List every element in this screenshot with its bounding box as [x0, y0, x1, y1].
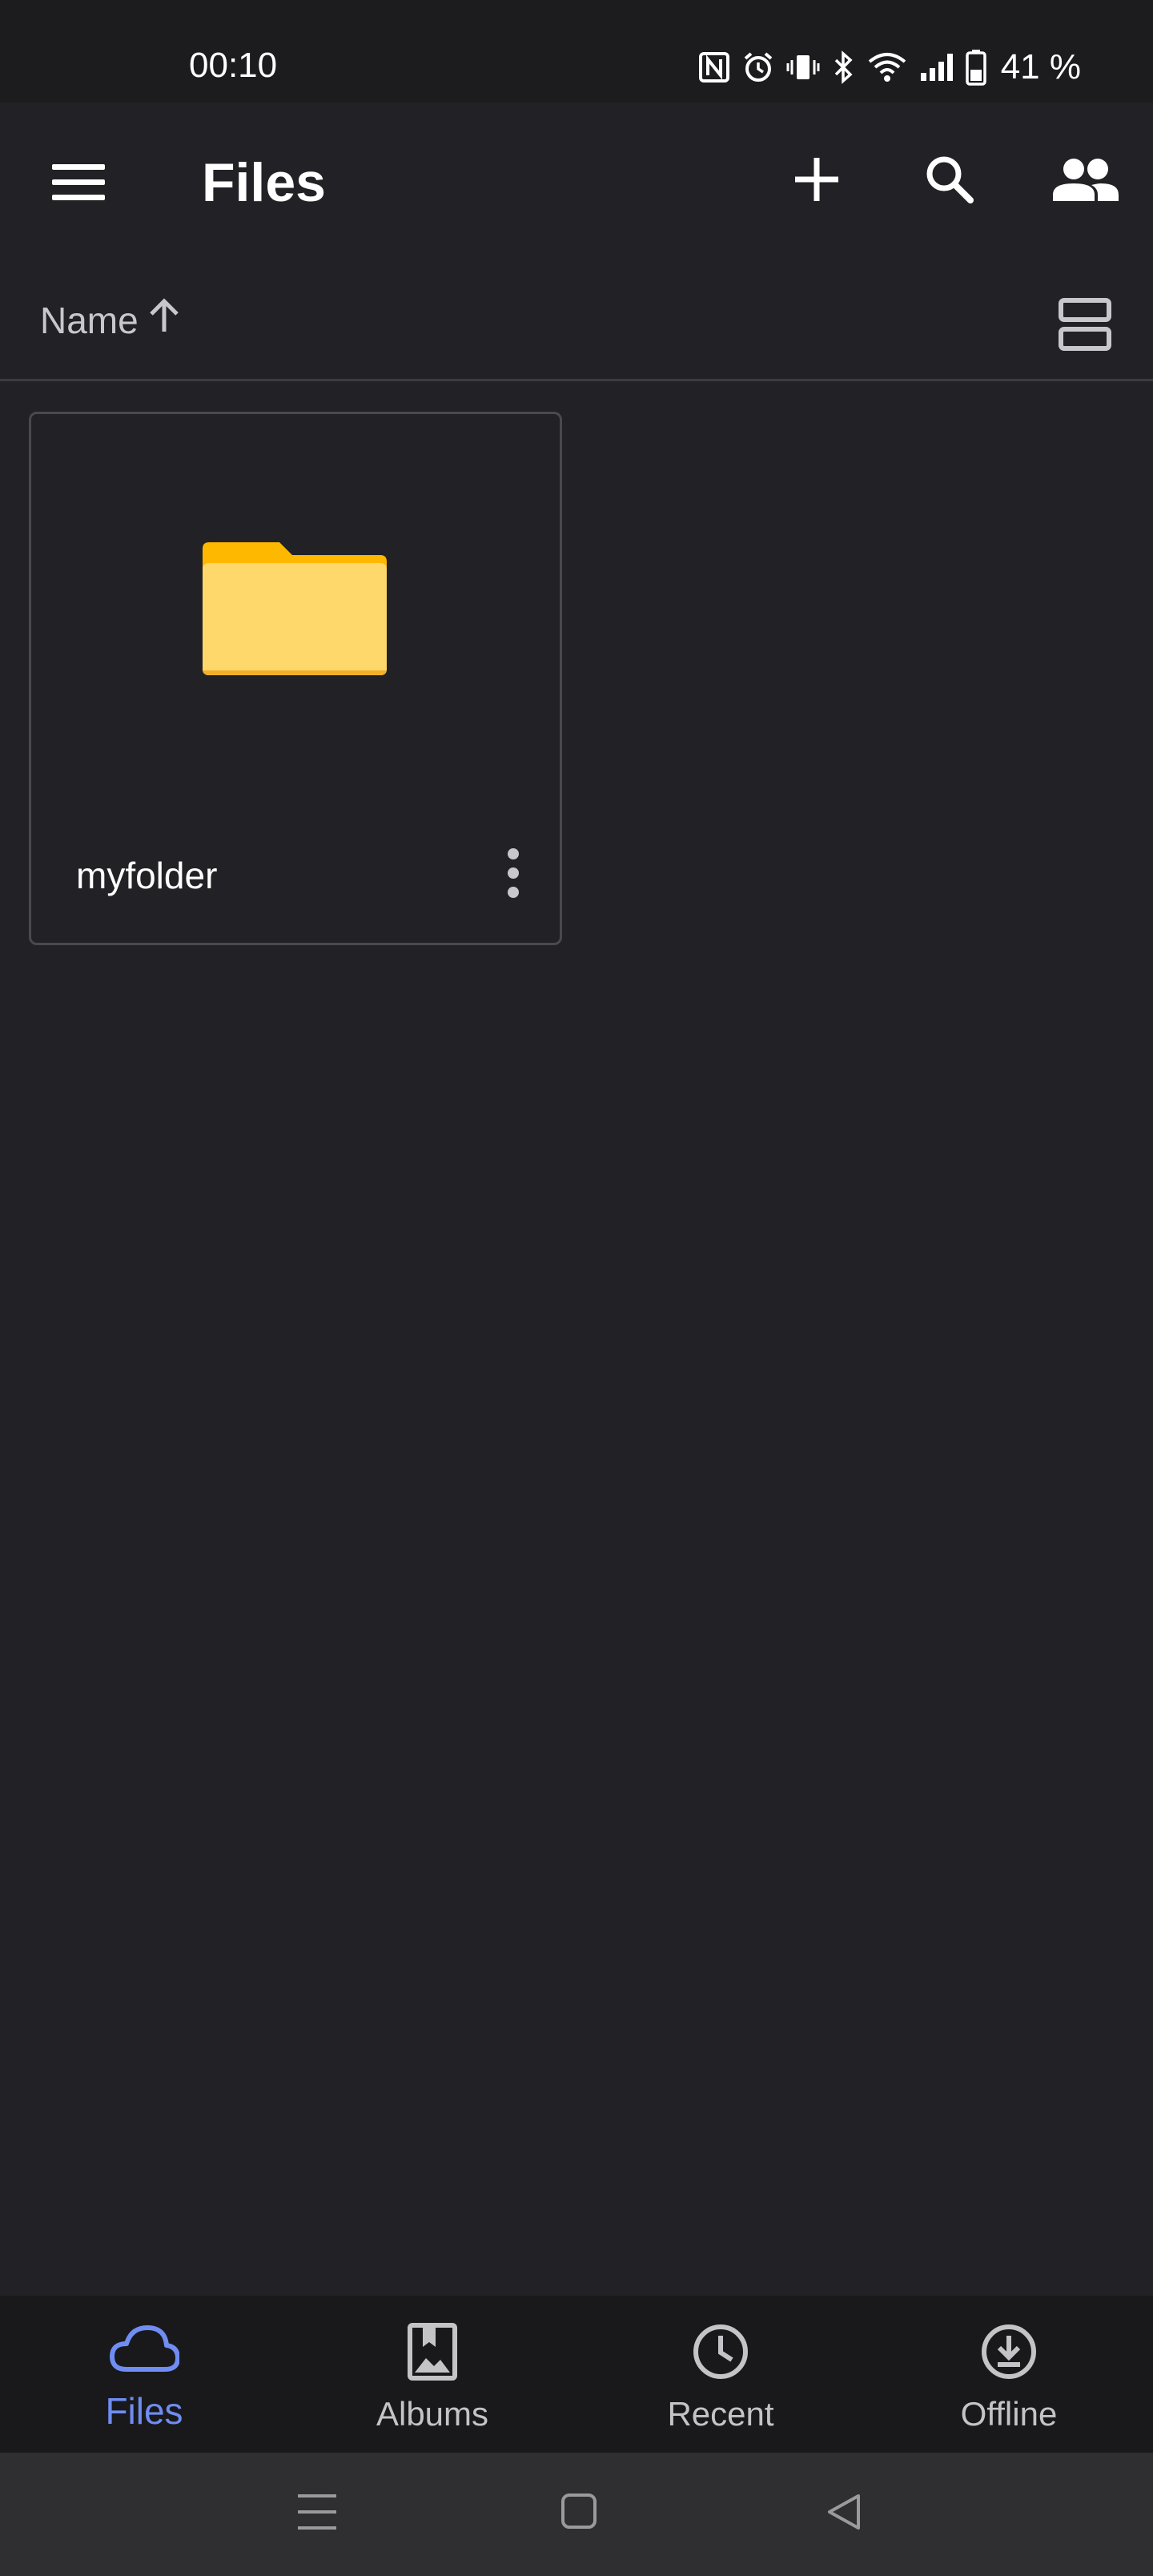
- sort-button[interactable]: Name: [40, 295, 180, 346]
- albums-icon: [407, 2323, 458, 2385]
- sort-bar: Name: [0, 263, 1153, 381]
- download-icon: [980, 2323, 1038, 2385]
- status-bar: 00:10 41 %: [0, 0, 1153, 103]
- nav-item-files[interactable]: Files: [0, 2296, 288, 2453]
- menu-icon: [52, 163, 105, 207]
- search-icon: [924, 154, 975, 209]
- back-button[interactable]: [825, 2489, 863, 2538]
- people-icon: [1053, 156, 1119, 207]
- search-button[interactable]: [911, 143, 988, 219]
- cloud-icon: [109, 2323, 180, 2378]
- home-button[interactable]: [560, 2489, 597, 2538]
- list-view-icon: [1058, 297, 1112, 356]
- clock-icon: [692, 2323, 749, 2385]
- nav-item-offline[interactable]: Offline: [865, 2296, 1153, 2453]
- page-title: Files: [202, 152, 326, 213]
- status-time: 00:10: [189, 46, 278, 85]
- bluetooth-icon: [831, 50, 855, 84]
- nav-label-files: Files: [105, 2390, 183, 2432]
- system-navigation-bar: [0, 2453, 1153, 2576]
- add-icon: [793, 156, 840, 207]
- nav-label-recent: Recent: [667, 2395, 774, 2433]
- sort-label: Name: [40, 300, 139, 341]
- signal-icon: [919, 50, 954, 84]
- add-button[interactable]: [778, 143, 855, 219]
- menu-button[interactable]: [40, 146, 117, 223]
- alarm-icon: [741, 50, 775, 84]
- status-icons: 41 %: [698, 43, 1081, 91]
- nav-label-offline: Offline: [960, 2395, 1058, 2433]
- battery-icon: [965, 49, 986, 86]
- file-grid: myfolder: [0, 383, 1153, 2296]
- nav-item-recent[interactable]: Recent: [576, 2296, 865, 2453]
- vibrate-icon: [786, 50, 820, 84]
- wifi-icon: [866, 50, 908, 84]
- shared-button[interactable]: [1046, 143, 1126, 219]
- folder-name: myfolder: [76, 855, 218, 896]
- battery-percent: 41 %: [1000, 47, 1081, 87]
- arrow-up-icon: [148, 295, 180, 346]
- recent-apps-button[interactable]: [296, 2489, 338, 2538]
- nav-item-albums[interactable]: Albums: [288, 2296, 576, 2453]
- more-options-button[interactable]: [489, 839, 537, 911]
- app-bar: Files: [0, 103, 1153, 263]
- folder-card[interactable]: myfolder: [29, 412, 562, 945]
- bottom-navigation: Files Albums Recent Offline: [0, 2296, 1153, 2453]
- view-toggle-button[interactable]: [1049, 290, 1121, 362]
- folder-icon: [203, 542, 387, 679]
- more-vert-icon: [506, 847, 520, 903]
- nav-label-albums: Albums: [376, 2395, 489, 2433]
- nfc-icon: [698, 51, 730, 83]
